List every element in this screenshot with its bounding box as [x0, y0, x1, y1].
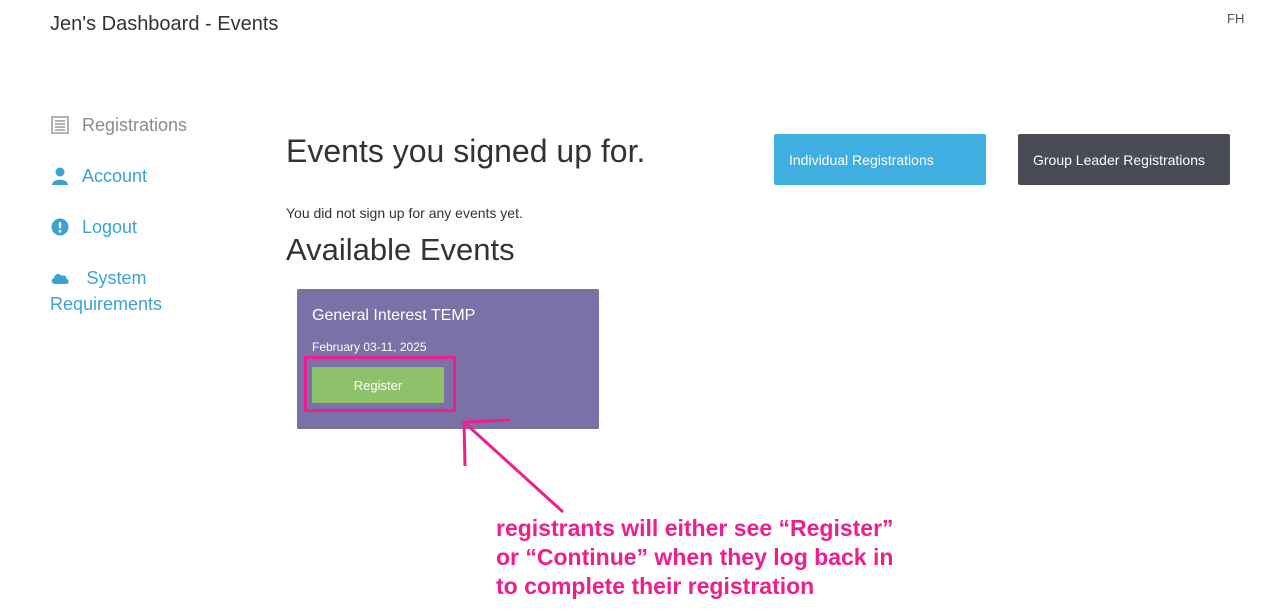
- cloud-icon: [50, 268, 70, 288]
- events-signed-up-heading: Events you signed up for.: [286, 133, 646, 169]
- sidebar-item-account[interactable]: Account: [50, 163, 250, 189]
- sidebar-item-label: Logout: [82, 217, 138, 237]
- user-icon: [50, 166, 70, 186]
- sidebar-item-label: Registrations: [82, 115, 188, 135]
- event-title: General Interest TEMP: [312, 307, 476, 324]
- list-icon: [50, 115, 70, 135]
- alert-circle-icon: [50, 217, 70, 237]
- sidebar-item-registrations[interactable]: Registrations: [50, 112, 250, 138]
- annotation-line: to complete their registration: [496, 573, 815, 599]
- sidebar-item-logout[interactable]: Logout: [50, 214, 250, 240]
- annotation-line: or “Continue” when they log back in: [496, 544, 894, 570]
- no-events-message: You did not sign up for any events yet.: [286, 205, 523, 221]
- sidebar-nav: Registrations Account Logout System Requ…: [50, 112, 250, 342]
- event-date: February 03-11, 2025: [312, 340, 427, 354]
- sidebar-item-label: Account: [82, 166, 148, 186]
- annotation-line: registrants will either see “Register”: [496, 515, 894, 541]
- individual-registrations-button[interactable]: Individual Registrations: [774, 134, 986, 185]
- user-initials-avatar[interactable]: FH: [1227, 11, 1244, 26]
- group-leader-registrations-button[interactable]: Group Leader Registrations: [1018, 134, 1230, 185]
- page-title: Jen's Dashboard - Events: [50, 13, 279, 35]
- annotation-highlight-box: [304, 356, 456, 412]
- annotation-callout: registrants will either see “Register” o…: [496, 514, 966, 601]
- available-events-heading: Available Events: [286, 232, 515, 267]
- sidebar-item-system-requirements[interactable]: System Requirements: [50, 265, 250, 317]
